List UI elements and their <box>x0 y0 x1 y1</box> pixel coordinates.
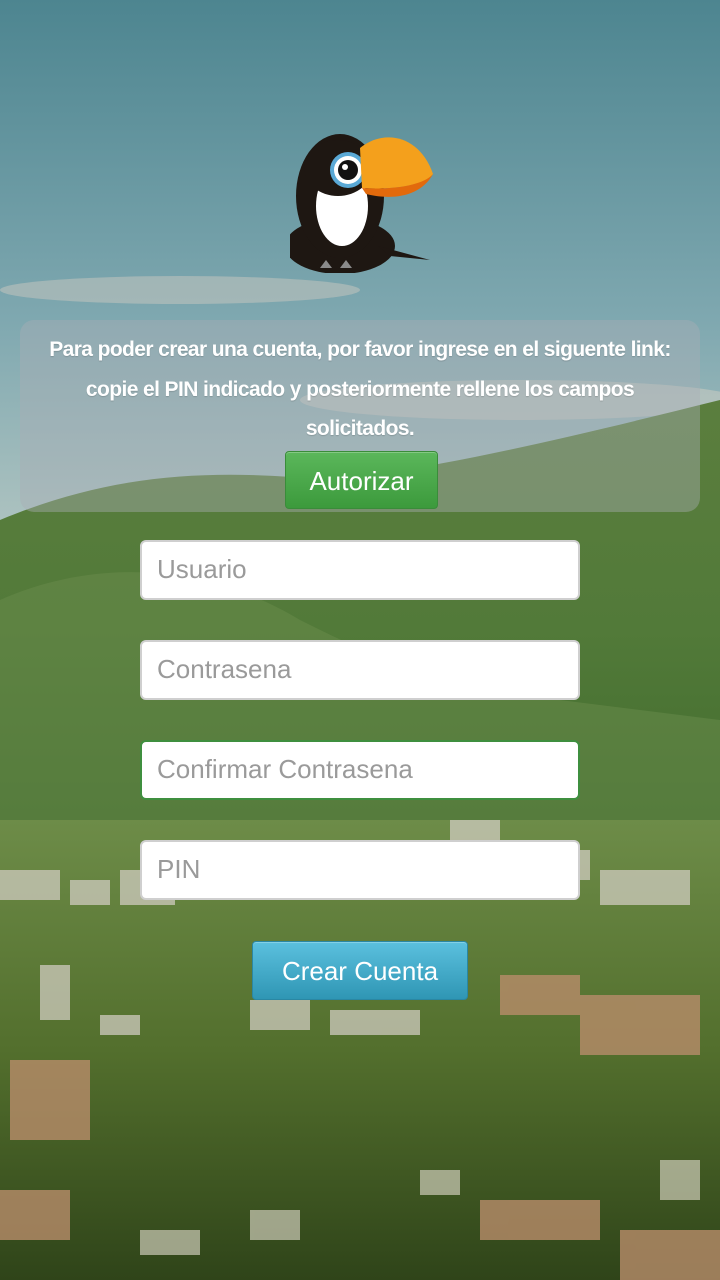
confirm-password-field[interactable]: Confirmar Contrasena <box>140 740 580 800</box>
create-account-button[interactable]: Crear Cuenta <box>252 941 468 1000</box>
pin-field[interactable]: PIN <box>140 840 580 900</box>
confirm-password-placeholder: Confirmar Contrasena <box>157 754 413 784</box>
username-field[interactable]: Usuario <box>140 540 580 600</box>
authorize-button[interactable]: Autorizar <box>285 451 438 509</box>
instructions-line-1: Para poder crear una cuenta, por favor i… <box>49 338 671 361</box>
toucan-logo-icon <box>285 128 440 274</box>
pin-placeholder: PIN <box>157 854 201 884</box>
password-placeholder: Contrasena <box>157 654 292 684</box>
instructions-line-3: solicitados. <box>305 417 415 440</box>
instructions-text: Para poder crear una cuenta, por favor i… <box>30 330 690 449</box>
instructions-line-2: copie el PIN indicado y posteriormente r… <box>85 377 635 401</box>
username-placeholder: Usuario <box>157 554 247 584</box>
password-field[interactable]: Contrasena <box>140 640 580 700</box>
